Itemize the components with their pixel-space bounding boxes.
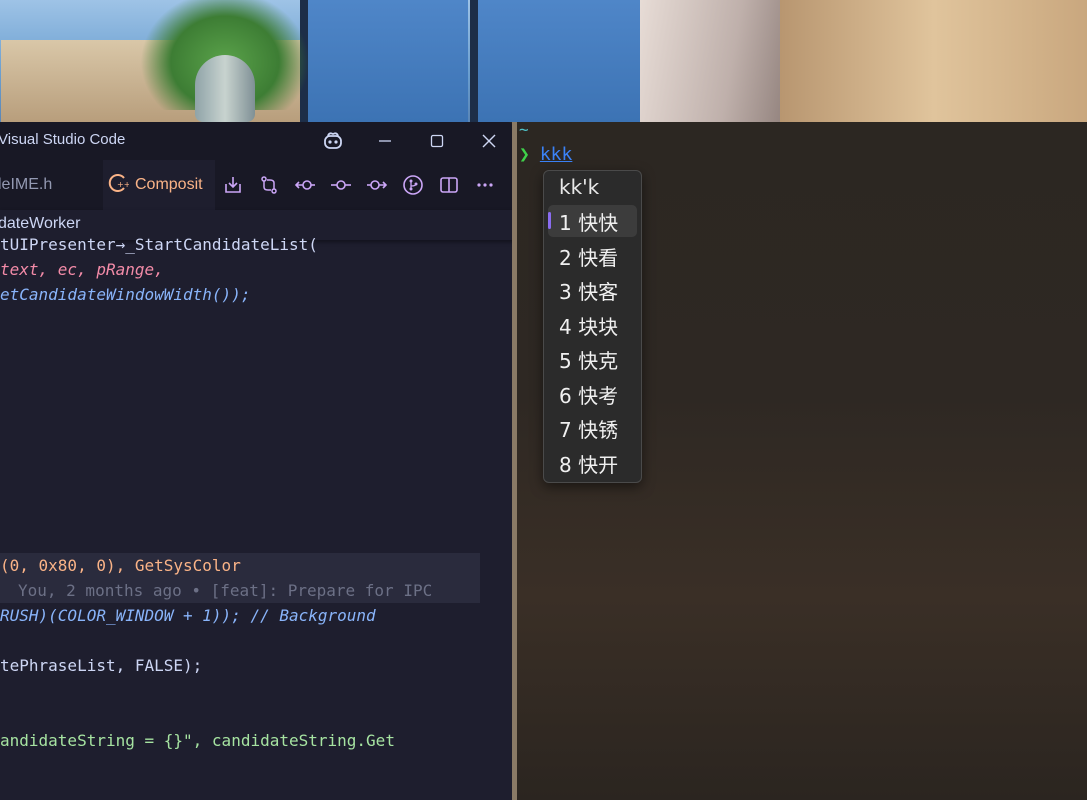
ime-candidate[interactable]: 2 快看 [548,240,637,272]
candidate-text: 2 快看 [559,245,619,270]
window-title: Visual Studio Code [0,131,126,148]
code-text: tePhraseList, FALSE); [0,656,203,675]
selection-indicator [548,212,551,229]
ime-candidate[interactable]: 6 快考 [548,378,637,410]
editor-toolbar [215,160,503,210]
terminal-input[interactable]: kkk [540,144,573,165]
ime-candidate[interactable]: 7 快锈 [548,412,637,444]
code-line: RUSH)(COLOR_WINDOW + 1)); // Background [0,603,376,628]
close-icon[interactable] [463,122,515,160]
compare-changes-icon[interactable] [251,160,287,210]
candidate-text: 6 快考 [559,383,619,408]
code-text: andidateString = {}", candidateString.Ge… [0,731,395,750]
ime-candidate[interactable]: 4 块块 [548,309,637,341]
code-editor[interactable]: tUIPresenter→_StartCandidateList( text, … [0,235,515,800]
svg-text:++: ++ [117,180,129,189]
window-controls [307,122,515,160]
candidate-text: 3 快客 [559,279,619,304]
maximize-icon[interactable] [411,122,463,160]
ime-candidate[interactable]: 3 快客 [548,274,637,306]
copilot-icon[interactable] [307,122,359,160]
cplusplus-file-icon: ++ [107,172,130,199]
more-actions-icon[interactable] [467,160,503,210]
candidate-text: 1 快快 [559,210,619,235]
code-text: etCandidateWindowWidth()); [0,285,251,304]
code-text: RUSH)(COLOR_WINDOW + 1)); // Background [0,606,376,625]
code-text: text, ec, pRange, [0,260,164,279]
wallpaper-vase [195,55,255,122]
breadcrumb-symbol[interactable]: dateWorker [0,215,80,233]
code-line: etCandidateWindowWidth()); [0,282,250,307]
candidate-text: 4 块块 [559,314,619,339]
code-line: tePhraseList, FALSE); [0,653,202,678]
ime-candidate-window: kk'k 1 快快 2 快看 3 快客 4 块块 5 快克 6 快考 7 快锈 … [543,170,642,483]
git-blame-annotation: You, 2 months ago • [feat]: Prepare for … [18,578,432,603]
next-change-icon[interactable] [359,160,395,210]
tab-bar: leIME.h ++ Composit [0,160,515,210]
tab-label: Composit [135,176,203,193]
title-bar: Visual Studio Code [0,122,515,160]
tab-ime-header[interactable]: leIME.h [0,160,103,210]
code-line: (0, 0x80, 0), GetSysColor [0,553,241,578]
code-line: text, ec, pRange, [0,257,164,282]
prompt-chevron-icon: ❯ [519,144,530,165]
blame-text: You, 2 months ago • [feat]: Prepare for … [18,581,433,600]
candidate-text: 7 快锈 [559,417,619,442]
minimize-icon[interactable] [359,122,411,160]
git-graph-icon[interactable] [395,160,431,210]
ime-composition-string: kk'k [559,175,600,199]
code-text: (0, 0x80, 0), GetSysColor [0,556,241,575]
code-line: andidateString = {}", candidateString.Ge… [0,728,395,753]
commit-icon[interactable] [323,160,359,210]
tab-label: leIME.h [0,176,53,193]
code-line: tUIPresenter→_StartCandidateList( [0,232,318,257]
ime-candidate[interactable]: 5 快克 [548,343,637,375]
previous-change-icon[interactable] [287,160,323,210]
wallpaper-room [780,0,1087,122]
wallpaper-window-pane [470,0,648,122]
candidate-text: 8 快开 [559,452,619,477]
candidate-text: 5 快克 [559,348,619,373]
wallpaper-window-pane [300,0,468,122]
desktop-wallpaper [0,0,1087,122]
save-to-disk-icon[interactable] [215,160,251,210]
terminal-prompt-line[interactable]: ❯ kkk [519,144,572,165]
code-text: tUIPresenter→_StartCandidateList( [0,235,318,254]
ime-candidate[interactable]: 8 快开 [548,447,637,479]
wallpaper-curtain [640,0,790,122]
ime-candidate-selected[interactable]: 1 快快 [548,205,637,237]
tab-composition[interactable]: ++ Composit [103,160,215,210]
vscode-window: Visual Studio Code leIME.h ++ Composit d… [0,122,515,800]
terminal-cwd: ~ [519,120,529,139]
split-editor-icon[interactable] [431,160,467,210]
